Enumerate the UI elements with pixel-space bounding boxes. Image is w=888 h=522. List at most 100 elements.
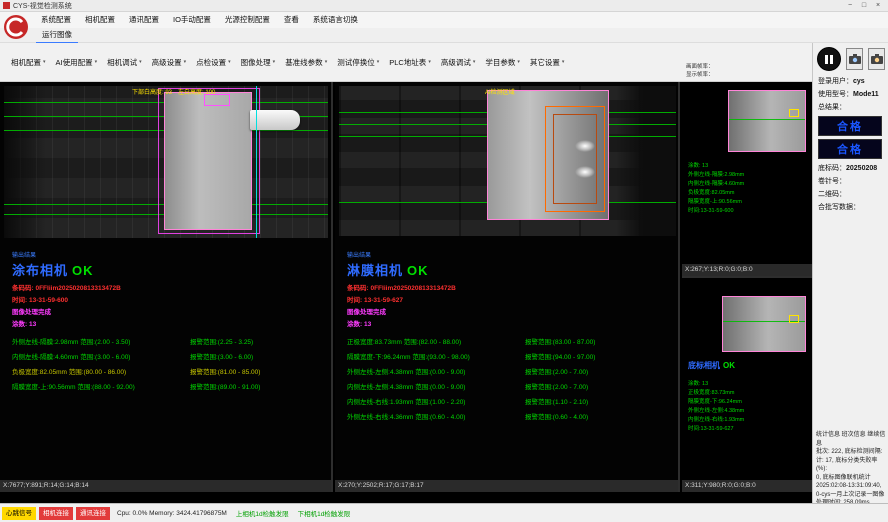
toolbar-item-label: 高级调试 xyxy=(441,57,471,68)
camera-2-button[interactable] xyxy=(868,48,885,70)
count-line: 涂数: 13 xyxy=(12,318,327,328)
measurement-text: 内侧左线-隔膜:4.60mm 范围:(3.00 - 6.00) xyxy=(12,351,190,361)
chevron-down-icon: ▾ xyxy=(562,59,565,65)
frame-rate-info: 画面帧率： 显示帧率： xyxy=(686,63,808,79)
toolbar-item[interactable]: 图像处理▾ xyxy=(236,57,281,68)
chevron-down-icon: ▾ xyxy=(325,59,328,65)
pause-button[interactable] xyxy=(817,47,841,71)
measure-line xyxy=(729,119,805,120)
measurement-list: 外侧左线-隔膜:2.98mm 范围:(2.00 - 3.50) 报警范围:(2.… xyxy=(12,336,327,391)
close-button[interactable]: × xyxy=(871,0,885,12)
barcode-line: 条码码: 0FFIiim2025020813313472B xyxy=(12,282,327,292)
menu-item[interactable]: 系统语言切换 xyxy=(306,12,365,28)
measurement-text: 外侧左线-右线:4.36mm 范围:(0.60 - 4.00) xyxy=(347,411,525,421)
camera-image-left[interactable]: 下部白高度: 93 左白高度: 100 xyxy=(4,86,328,238)
field-label: 合批写数据： xyxy=(818,204,860,211)
camera-image-right[interactable]: AI检测区域 xyxy=(339,86,676,236)
tab-row: 运行图像 xyxy=(0,28,888,43)
model-select[interactable]: Mode11 xyxy=(853,91,879,98)
product-region xyxy=(164,92,252,230)
measurement-text: 外侧左线-隔膜:2.98mm 范围:(2.00 - 3.50) xyxy=(12,336,190,346)
preview-text-line: 内侧左线-隔膜:4.60mm xyxy=(688,180,744,189)
image-shadow xyxy=(4,86,46,238)
ai-detect-rectangle-inner xyxy=(553,114,597,204)
model-row: 使用型号：Mode11 xyxy=(818,88,888,101)
result-badge-bottom: 合格 xyxy=(818,139,882,159)
preview-view-bottom[interactable]: 底标相机OK 涂数: 13 正极宽度:83.73mm 隔膜宽度-下:96.24m… xyxy=(682,280,812,492)
baseline-line xyxy=(256,86,257,238)
camera-connection-indicator[interactable]: 相机连接 xyxy=(39,507,73,520)
barcode-line: 条码码: 0FFIiim2025020813313472B xyxy=(347,282,674,292)
chevron-down-icon: ▾ xyxy=(43,59,46,65)
menu-item[interactable]: IO手动配置 xyxy=(166,12,218,28)
field-label: 卷针号： xyxy=(818,178,846,185)
menu-item[interactable]: 系统配置 xyxy=(34,12,78,28)
toolbar-item-label: 测试停换位 xyxy=(337,57,375,68)
statistics-line: 0-cys一月上次记录一图像 xyxy=(816,491,886,500)
toolbar-item-label: 图像处理 xyxy=(241,57,271,68)
toolbar-item[interactable]: 相机调试▾ xyxy=(102,57,147,68)
menu-item[interactable]: 相机配置 xyxy=(78,12,122,28)
toolbar-item[interactable]: PLC地址表▾ xyxy=(384,57,436,68)
tab-run-image[interactable]: 运行图像 xyxy=(36,28,78,43)
measurement-row: 外侧左线-左侧:4.38mm 范围:(0.00 - 9.00) 报警范围:(2.… xyxy=(347,366,674,376)
measurement-row: 内侧左线-左侧:4.38mm 范围:(0.00 - 9.00) 报警范围:(2.… xyxy=(347,381,674,391)
cpu-memory-readout: Cpu: 0.0% Memory: 3424.41796875M xyxy=(117,510,227,517)
glare-spot xyxy=(575,166,595,178)
measurement-text: 隔膜宽度-上:90.56mm 范围:(88.00 - 92.00) xyxy=(12,381,190,391)
toolbar-item[interactable]: 其它设置▾ xyxy=(525,57,570,68)
minimize-button[interactable]: − xyxy=(843,0,857,12)
result-block: 输出结果 涂布相机OK 条码码: 0FFIiim2025020813313472… xyxy=(12,250,327,396)
measurement-row: 隔膜宽度-上:90.56mm 范围:(88.00 - 92.00) 报警范围:(… xyxy=(12,381,327,391)
status-bar: 心跳信号 相机连接 通讯连接 Cpu: 0.0% Memory: 3424.41… xyxy=(0,503,888,522)
measurement-text: 负极宽度:82.05mm 范围:(80.00 - 86.00) xyxy=(12,366,190,376)
alarm-range-text: 报警范围:(1.10 - 2.10) xyxy=(525,396,588,406)
pixel-readout: X:270;Y:2502;R:17;G:17;B:17 xyxy=(335,480,678,492)
toolbar-item[interactable]: 测试停换位▾ xyxy=(332,57,384,68)
field-row: 底标码：20250208 xyxy=(818,162,888,175)
result-prefix: 输出结果 xyxy=(12,250,327,259)
result-prefix: 输出结果 xyxy=(347,250,674,259)
toolbar-item[interactable]: 点检设置▾ xyxy=(191,57,236,68)
toolbar-item[interactable]: 基准线参数▾ xyxy=(280,57,332,68)
preview-text-line: 正极宽度:83.73mm xyxy=(688,389,744,398)
toolbar-item-label: PLC地址表 xyxy=(389,57,426,68)
comm-connection-indicator[interactable]: 通讯连接 xyxy=(76,507,110,520)
preview-image xyxy=(728,90,806,152)
camera-1-button[interactable] xyxy=(846,48,863,70)
maximize-button[interactable]: □ xyxy=(857,0,871,12)
overlay-label: 下部白高度: 93 左白高度: 100 xyxy=(132,87,215,96)
heartbeat-indicator[interactable]: 心跳信号 xyxy=(2,507,36,520)
toolbar-item[interactable]: 高级设置▾ xyxy=(147,57,192,68)
field-label: 二维码： xyxy=(818,191,846,198)
preview-text-line: 涂数: 13 xyxy=(688,380,744,389)
preview-text-line: 涂数: 13 xyxy=(688,162,744,171)
measurement-row: 内侧左线-右线:1.93mm 范围:(1.00 - 2.20) 报警范围:(1.… xyxy=(347,396,674,406)
toolbar-item[interactable]: 高级调试▾ xyxy=(436,57,481,68)
menu-item[interactable]: 查看 xyxy=(277,12,306,28)
statistics-line: 批次: 222, 底标检测间隔: xyxy=(816,448,886,457)
toolbar-item[interactable]: 相机配置▾ xyxy=(6,57,51,68)
toolbar-item[interactable]: 学目参数▾ xyxy=(480,57,525,68)
preview-view-top[interactable]: 涂数: 13 外侧左线-隔膜:2.98mm 内侧左线-隔膜:4.60mm 负极宽… xyxy=(682,82,812,278)
chevron-down-icon: ▾ xyxy=(517,59,520,65)
statistics-line: 统计信息 班次信息 继续信息 xyxy=(816,431,886,448)
menu-item[interactable]: 通讯配置 xyxy=(122,12,166,28)
toolbar-item-label: AI使用配置 xyxy=(56,57,93,68)
glare-spot xyxy=(575,140,595,152)
preview-text-line: 外侧左线-隔膜:2.98mm xyxy=(688,171,744,180)
toolbar-item[interactable]: AI使用配置▾ xyxy=(51,57,103,68)
camera-result-title: 淋膜相机OK xyxy=(347,260,674,279)
overlay-label: AI检测区域 xyxy=(485,87,515,96)
measurement-text: 内侧左线-右线:1.93mm 范围:(1.00 - 2.20) xyxy=(347,396,525,406)
alarm-range-text: 报警范围:(3.00 - 6.00) xyxy=(190,351,253,361)
measurement-row: 负极宽度:82.05mm 范围:(80.00 - 86.00) 报警范围:(81… xyxy=(12,366,327,376)
camera-icon xyxy=(871,54,883,64)
menu-item[interactable]: 光源控制配置 xyxy=(218,12,277,28)
preview-text-line: 隔膜宽度-上:90.56mm xyxy=(688,198,744,207)
preview-image xyxy=(722,296,806,352)
pixel-readout: X:7677;Y:891;R:14;G:14;B:14 xyxy=(0,480,331,492)
frame-rate-line: 画面帧率： xyxy=(686,63,808,71)
measurement-row: 外侧左线-右线:4.36mm 范围:(0.60 - 4.00) 报警范围:(0.… xyxy=(347,411,674,421)
sidebar-content: 登录用户：cys 使用型号：Mode11 总结果： 合格 合格 底标码：2025… xyxy=(813,75,888,214)
